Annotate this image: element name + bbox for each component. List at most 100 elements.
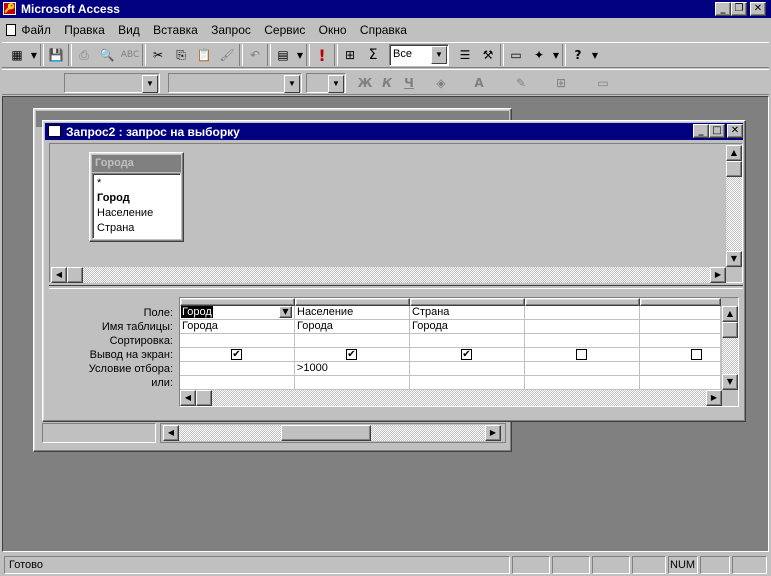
column-selector[interactable] [525,298,640,306]
table-field-item[interactable]: Город [97,191,176,206]
grid-cell-criteria[interactable] [180,362,295,376]
grid-cell-table[interactable] [640,320,721,334]
line-color-icon[interactable]: ✎ [510,72,532,94]
pane-splitter[interactable] [49,285,743,289]
table-box-titlebar[interactable]: Города [92,155,181,172]
font-size-combo[interactable]: ▼ [306,73,346,93]
view-icon[interactable]: ▦ [6,44,28,66]
table-pane-hscroll[interactable]: ◀ ▶ [51,267,726,283]
grid-cell-table[interactable]: Города [180,320,295,334]
copy-icon[interactable]: ⎘ [170,44,192,66]
grid-cell-sort[interactable] [180,334,295,348]
paste-icon[interactable]: 📋 [193,44,215,66]
query-type-icon[interactable]: ▤ [272,44,294,66]
grid-cell-field[interactable]: Население [295,306,410,320]
grid-cell-sort[interactable] [640,334,721,348]
grid-cell-show[interactable] [640,348,721,362]
properties-icon[interactable]: ☰ [454,44,476,66]
menu-insert[interactable]: Вставка [153,23,198,37]
scroll-thumb[interactable] [196,390,212,406]
grid-cell-show[interactable]: ✔ [180,348,295,362]
menu-tools[interactable]: Сервис [264,23,305,37]
table-box[interactable]: Города * Город Население Страна [89,152,184,242]
grid-hscroll[interactable]: ◀ ▶ [180,390,722,406]
grid-cell-or[interactable] [180,376,295,390]
grid-cell-sort[interactable] [410,334,525,348]
bold-button[interactable]: Ж [354,72,376,94]
scroll-track[interactable] [83,267,710,283]
column-selector[interactable] [180,298,295,306]
new-object-icon[interactable]: ✦ [528,44,550,66]
build-icon[interactable]: ⚒ [477,44,499,66]
table-field-list[interactable]: * Город Население Страна [92,173,181,239]
grid-vscroll[interactable]: ▲ ▼ [722,306,738,390]
scroll-track[interactable] [212,390,706,406]
scroll-track[interactable] [726,177,742,251]
grid-cell-show[interactable]: ✔ [295,348,410,362]
grid-cell-table[interactable]: Города [295,320,410,334]
scroll-down-icon[interactable]: ▼ [722,374,738,390]
grid-cell-field[interactable] [640,306,721,320]
doc-icon[interactable] [6,24,16,36]
grid-cell-sort[interactable] [295,334,410,348]
minimize-icon[interactable]: _ [715,2,731,16]
grid-cell-or[interactable] [295,376,410,390]
grid-cell-criteria[interactable] [640,362,721,376]
help-icon[interactable]: ? [567,44,589,66]
view-dropdown-icon[interactable]: ▼ [29,44,39,66]
column-selector[interactable] [640,298,721,306]
print-preview-icon[interactable]: 🔍 [96,44,118,66]
menu-edit[interactable]: Правка [64,23,105,37]
design-grid[interactable]: Город ▼ Города ✔ Население Города ✔ >100… [179,297,739,407]
database-window-hscroll[interactable]: ◀ ▶ [160,423,506,443]
grid-cell-criteria[interactable] [525,362,640,376]
grid-cell-criteria[interactable] [410,362,525,376]
show-checkbox[interactable]: ✔ [231,349,242,360]
object-combo[interactable]: ▼ [64,73,160,93]
restore-icon[interactable]: ❐ [731,2,747,16]
fill-color-icon[interactable]: ◈ [430,72,452,94]
scroll-track[interactable] [722,338,738,374]
menu-view[interactable]: Вид [118,23,140,37]
font-color-icon[interactable]: A [468,72,490,94]
border-icon[interactable]: ⊞ [550,72,572,94]
table-field-item[interactable]: Население [97,206,176,221]
grid-cell-or[interactable] [640,376,721,390]
grid-cell-show[interactable]: ✔ [410,348,525,362]
scroll-left-icon[interactable]: ◀ [180,390,196,406]
menu-help[interactable]: Справка [360,23,407,37]
menu-file[interactable]: Файл [21,23,51,37]
grid-cell-show[interactable] [525,348,640,362]
scroll-thumb[interactable] [726,161,742,177]
grid-cell-table[interactable] [525,320,640,334]
print-icon[interactable]: ⎙ [73,44,95,66]
show-checkbox[interactable] [691,349,702,360]
scroll-left-icon[interactable]: ◀ [163,425,179,441]
grid-cell-field[interactable]: Страна [410,306,525,320]
chevron-down-icon[interactable]: ▼ [142,75,158,93]
underline-button[interactable]: Ч [398,72,420,94]
show-checkbox[interactable]: ✔ [461,349,472,360]
scroll-right-icon[interactable]: ▶ [710,267,726,283]
show-table-icon[interactable]: ⊞ [339,44,361,66]
close-icon[interactable]: ✕ [727,124,743,138]
scroll-down-icon[interactable]: ▼ [726,251,742,267]
show-checkbox[interactable] [576,349,587,360]
grid-cell-or[interactable] [410,376,525,390]
scroll-up-icon[interactable]: ▲ [722,306,738,322]
query-window-titlebar[interactable]: Запрос2 : запрос на выборку _ □ ✕ [45,123,743,140]
help-dropdown-icon[interactable]: ▼ [590,44,600,66]
cut-icon[interactable]: ✂ [147,44,169,66]
maximize-icon[interactable]: □ [709,124,725,138]
grid-cell-criteria[interactable]: >1000 [295,362,410,376]
table-pane-vscroll[interactable]: ▲ ▼ [726,145,742,267]
totals-icon[interactable]: Σ [362,44,384,66]
grid-cell-table[interactable]: Города [410,320,525,334]
chevron-down-icon[interactable]: ▼ [328,75,344,93]
table-field-item[interactable]: Страна [97,221,176,236]
minimize-icon[interactable]: _ [693,124,709,138]
grid-cell-or[interactable] [525,376,640,390]
chevron-down-icon[interactable]: ▼ [431,46,447,64]
chevron-down-icon[interactable]: ▼ [279,306,292,318]
close-icon[interactable]: ✕ [750,2,766,16]
